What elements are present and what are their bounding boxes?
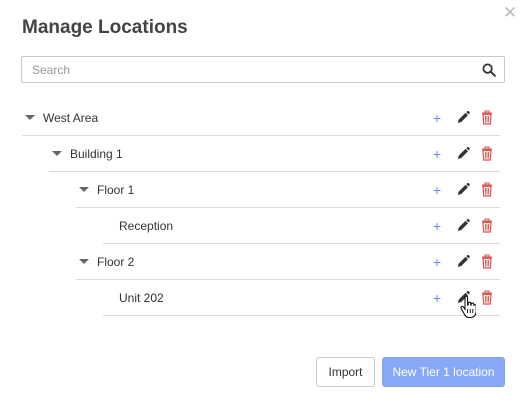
tree-row-label: Reception: [119, 219, 174, 233]
plus-icon[interactable]: +: [430, 254, 444, 270]
pencil-icon[interactable]: [456, 182, 470, 198]
plus-icon[interactable]: +: [430, 290, 444, 306]
tree-row[interactable]: Floor 1 +: [76, 172, 500, 208]
new-tier-1-location-button[interactable]: New Tier 1 location: [382, 357, 505, 387]
plus-icon[interactable]: +: [430, 218, 444, 234]
tree-row[interactable]: Unit 202 +: [103, 280, 500, 316]
tree-row-label: Floor 2: [97, 255, 135, 269]
close-icon[interactable]: ✕: [502, 4, 518, 21]
manage-locations-modal: Manage Locations ✕ West Area + Building 1 +…: [0, 0, 528, 406]
tree-row[interactable]: Building 1 +: [49, 136, 500, 172]
plus-icon[interactable]: +: [430, 146, 444, 162]
tree-row[interactable]: Reception +: [103, 208, 500, 244]
search-icon[interactable]: [482, 63, 496, 77]
trash-icon[interactable]: [480, 254, 494, 270]
pencil-icon[interactable]: [456, 290, 470, 306]
trash-icon[interactable]: [480, 290, 494, 306]
import-button[interactable]: Import: [316, 357, 375, 387]
modal-title: Manage Locations: [22, 17, 188, 38]
tree-row-label: Unit 202: [119, 291, 164, 305]
trash-icon[interactable]: [480, 218, 494, 234]
row-actions: +: [430, 290, 500, 306]
search-box: [21, 56, 505, 83]
pencil-icon[interactable]: [456, 146, 470, 162]
row-actions: +: [430, 254, 500, 270]
pencil-icon[interactable]: [456, 254, 470, 270]
plus-icon[interactable]: +: [430, 182, 444, 198]
row-actions: +: [430, 146, 500, 162]
tree-row[interactable]: West Area +: [22, 100, 500, 136]
plus-icon[interactable]: +: [430, 110, 444, 126]
caret-down-icon[interactable]: [79, 187, 89, 192]
trash-icon[interactable]: [480, 146, 494, 162]
pencil-icon[interactable]: [456, 110, 470, 126]
row-actions: +: [430, 110, 500, 126]
pencil-icon[interactable]: [456, 218, 470, 234]
caret-down-icon[interactable]: [52, 151, 62, 156]
tree-row-label: Floor 1: [97, 183, 135, 197]
caret-down-icon[interactable]: [25, 115, 35, 120]
caret-down-icon[interactable]: [79, 259, 89, 264]
row-actions: +: [430, 218, 500, 234]
row-actions: +: [430, 182, 500, 198]
trash-icon[interactable]: [480, 182, 494, 198]
tree-row-label: Building 1: [70, 147, 123, 161]
search-input[interactable]: [22, 57, 462, 82]
tree-row-label: West Area: [43, 111, 99, 125]
trash-icon[interactable]: [480, 110, 494, 126]
tree-row[interactable]: Floor 2 +: [76, 244, 500, 280]
